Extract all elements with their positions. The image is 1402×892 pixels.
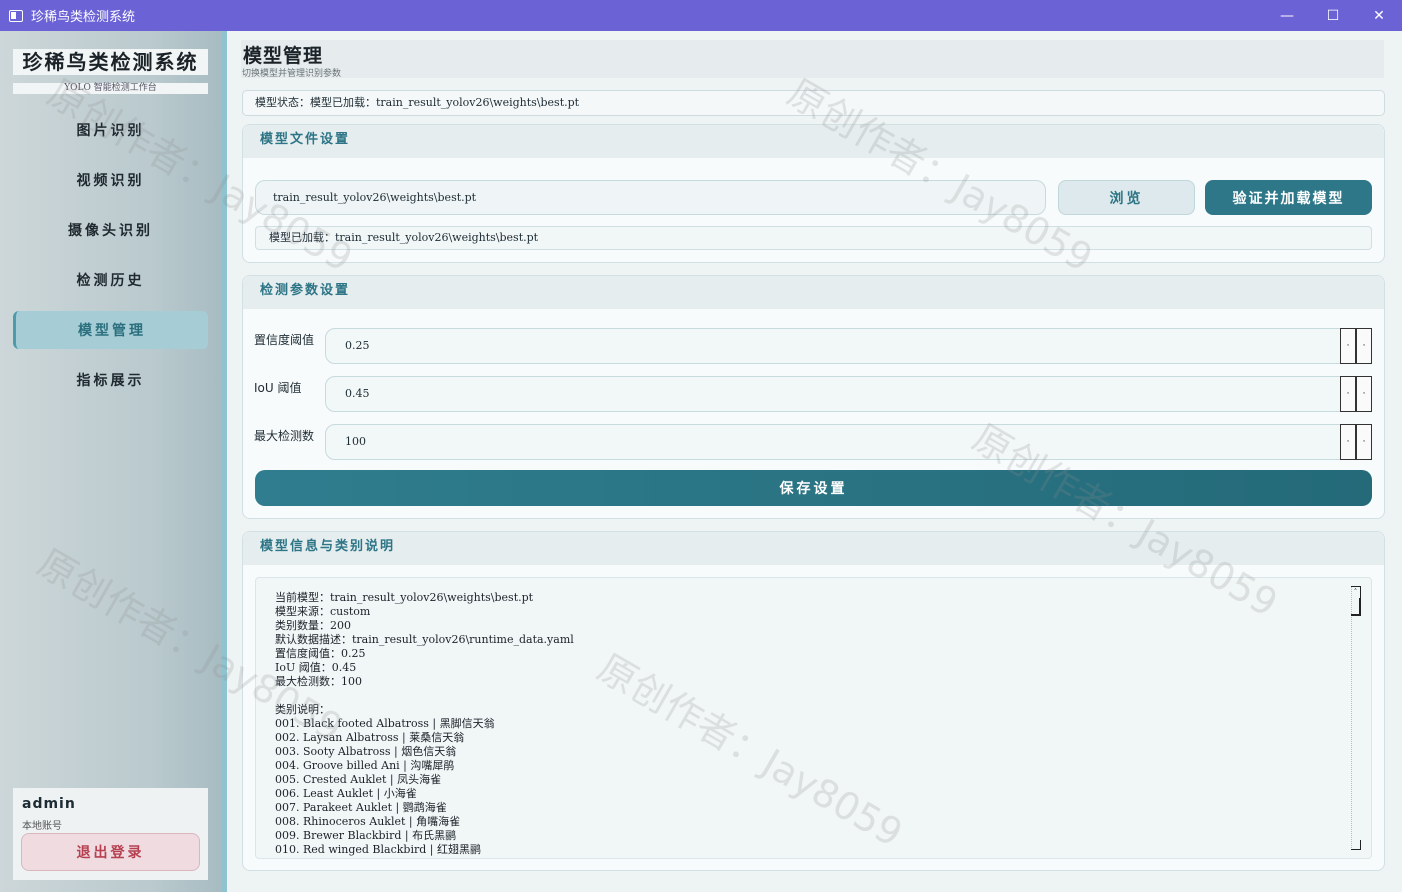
page-subtitle: 切换模型并管理识别参数 (242, 69, 342, 79)
load-model-button[interactable]: 验证并加载模型 (1205, 180, 1372, 215)
model-info-textarea[interactable]: 当前模型：train_result_yolov26\weights\best.p… (255, 577, 1372, 859)
info-line: 003. Sooty Albatross | 烟色信天翁 (275, 745, 457, 758)
info-line: 类别说明： (275, 703, 330, 716)
model-file-panel: 模型文件设置 train_result_yolov26\weights\best… (242, 124, 1385, 263)
brand: 珍稀鸟类检测系统 YOLO 智能检测工作台 (13, 49, 208, 94)
info-line: IoU 阈值：0.45 (275, 661, 357, 674)
confidence-decrement-button[interactable]: · (1340, 328, 1356, 364)
model-path-input[interactable]: train_result_yolov26\weights\best.pt (255, 180, 1046, 215)
sidebar: 珍稀鸟类检测系统 YOLO 智能检测工作台 图片识别 视频识别 摄像头识别 检测… (0, 31, 222, 892)
brand-title: 珍稀鸟类检测系统 (13, 49, 208, 75)
sidebar-item-detection-history[interactable]: 检测历史 (13, 261, 208, 299)
info-line: 默认数据描述：train_result_yolov26\runtime_data… (275, 633, 574, 646)
info-line: 模型来源：custom (275, 605, 371, 618)
main-content: 模型管理 切换模型并管理识别参数 模型状态：模型已加载：train_result… (227, 31, 1402, 892)
model-info-text: 当前模型：train_result_yolov26\weights\best.p… (275, 591, 1335, 857)
max-detections-value: 100 (345, 435, 366, 448)
info-line: 001. Black footed Albatross | 黑脚信天翁 (275, 717, 495, 730)
browse-button[interactable]: 浏览 (1058, 180, 1195, 215)
info-line: 最大检测数：100 (275, 675, 362, 688)
confidence-spin-buttons: · · (1340, 328, 1372, 364)
sidebar-item-image-detection[interactable]: 图片识别 (13, 111, 208, 149)
detection-params-heading: 检测参数设置 (243, 276, 1384, 309)
confidence-increment-button[interactable]: · (1356, 328, 1372, 364)
info-line: 004. Groove billed Ani | 沟嘴犀鹃 (275, 759, 455, 772)
maximize-button[interactable]: ☐ (1310, 0, 1356, 31)
model-loaded-label: 模型已加载：train_result_yolov26\weights\best.… (255, 226, 1372, 250)
sidebar-nav: 图片识别 视频识别 摄像头识别 检测历史 模型管理 指标展示 (13, 111, 208, 411)
user-name: admin (22, 796, 76, 812)
sidebar-item-camera-detection[interactable]: 摄像头识别 (13, 211, 208, 249)
info-line (275, 689, 1335, 703)
info-line: 当前模型：train_result_yolov26\weights\best.p… (275, 591, 534, 604)
max-detections-increment-button[interactable]: · (1356, 424, 1372, 460)
info-scrollbar[interactable]: ˄ (1351, 586, 1361, 850)
model-info-heading: 模型信息与类别说明 (243, 532, 1384, 565)
minimize-button[interactable]: — (1264, 0, 1310, 31)
user-card: admin 本地账号 退出登录 (13, 788, 208, 880)
window-controls: — ☐ ✕ (1264, 0, 1402, 31)
info-line: 005. Crested Auklet | 凤头海雀 (275, 773, 442, 786)
save-settings-button[interactable]: 保存设置 (255, 470, 1372, 506)
max-detections-decrement-button[interactable]: · (1340, 424, 1356, 460)
confidence-value: 0.25 (345, 339, 370, 352)
info-line: 010. Red winged Blackbird | 红翅黑鹂 (275, 843, 481, 856)
model-status: 模型状态：模型已加载：train_result_yolov26\weights\… (242, 90, 1385, 116)
sidebar-item-model-management[interactable]: 模型管理 (13, 311, 208, 349)
logout-button[interactable]: 退出登录 (21, 833, 200, 871)
max-detections-spinbox[interactable]: 100 · · (325, 424, 1372, 460)
window-title: 珍稀鸟类检测系统 (31, 10, 136, 25)
info-line: 006. Least Auklet | 小海雀 (275, 787, 417, 800)
max-detections-label: 最大检测数 (254, 429, 315, 443)
info-line: 类别数量：200 (275, 619, 351, 632)
sidebar-item-video-detection[interactable]: 视频识别 (13, 161, 208, 199)
iou-label: IoU 阈值 (254, 381, 302, 395)
sidebar-item-metrics[interactable]: 指标展示 (13, 361, 208, 399)
iou-spinbox[interactable]: 0.45 · · (325, 376, 1372, 412)
confidence-label: 置信度阈值 (254, 333, 315, 347)
confidence-spinbox[interactable]: 0.25 · · (325, 328, 1372, 364)
app-window-icon (9, 9, 23, 22)
iou-spin-buttons: · · (1340, 376, 1372, 412)
page-header: 模型管理 切换模型并管理识别参数 (241, 40, 1384, 79)
max-detections-spin-buttons: · · (1340, 424, 1372, 460)
info-line: 009. Brewer Blackbird | 布氏黑鹂 (275, 829, 457, 842)
scroll-thumb[interactable] (1351, 598, 1361, 616)
title-bar: 珍稀鸟类检测系统 — ☐ ✕ (0, 0, 1402, 31)
info-line: 008. Rhinoceros Auklet | 角嘴海雀 (275, 815, 461, 828)
info-line: 002. Laysan Albatross | 莱桑信天翁 (275, 731, 465, 744)
page-title: 模型管理 (243, 45, 324, 67)
info-line: 007. Parakeet Auklet | 鹦鹉海雀 (275, 801, 447, 814)
iou-value: 0.45 (345, 387, 370, 400)
info-line: 置信度阈值：0.25 (275, 647, 366, 660)
iou-decrement-button[interactable]: · (1340, 376, 1356, 412)
iou-increment-button[interactable]: · (1356, 376, 1372, 412)
model-info-panel: 模型信息与类别说明 当前模型：train_result_yolov26\weig… (242, 531, 1385, 871)
detection-params-panel: 检测参数设置 置信度阈值 0.25 · · IoU 阈值 0.45 · · 最大… (242, 275, 1385, 519)
scroll-up-arrow-icon[interactable]: ˄ (1351, 586, 1361, 598)
brand-subtitle: YOLO 智能检测工作台 (13, 83, 208, 94)
model-file-heading: 模型文件设置 (243, 125, 1384, 158)
close-button[interactable]: ✕ (1356, 0, 1402, 31)
user-role: 本地账号 (22, 821, 62, 832)
scroll-down-arrow-icon[interactable] (1351, 840, 1361, 850)
